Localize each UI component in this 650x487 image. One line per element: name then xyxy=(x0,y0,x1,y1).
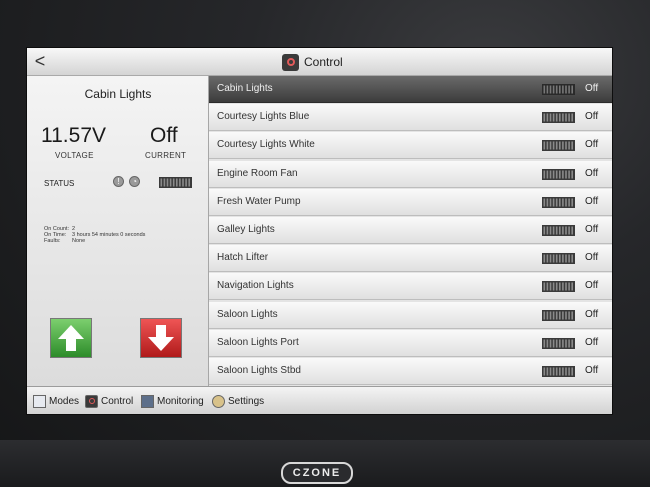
bottom-nav: Modes Control Monitoring Settings xyxy=(27,386,612,414)
level-meter-icon xyxy=(542,309,575,321)
level-meter-icon xyxy=(542,253,575,265)
circuit-row[interactable]: Fresh Water Pump Off xyxy=(209,188,612,216)
level-meter-icon xyxy=(542,196,575,208)
control-icon xyxy=(282,53,299,71)
circuit-name: Engine Room Fan xyxy=(217,167,298,179)
nav-modes[interactable]: Modes xyxy=(33,387,79,414)
circuit-state: Off xyxy=(585,83,599,94)
circuit-row[interactable]: Courtesy Lights White Off xyxy=(209,132,612,160)
current-value: Off xyxy=(150,124,178,147)
touch-screen: < Control Cabin Lights 11.57V Off VOLTAG… xyxy=(27,48,612,414)
level-meter-icon xyxy=(542,337,575,349)
current-label: CURRENT xyxy=(145,151,187,160)
circuit-name: Saloon Lights xyxy=(217,308,278,320)
circuit-row[interactable]: Navigation Lights Off xyxy=(209,273,612,301)
circuit-name: Courtesy Lights Blue xyxy=(217,111,310,123)
page-title: Control xyxy=(304,55,343,69)
circuit-row[interactable]: Cabin Lights Off xyxy=(209,76,612,103)
fault-icon: ! xyxy=(113,176,124,187)
circuit-row[interactable]: Engine Room Fan Off xyxy=(209,160,612,188)
monitoring-icon xyxy=(141,394,154,408)
circuit-name: Navigation Lights xyxy=(217,280,294,292)
circuit-name: Hatch Lifter xyxy=(217,252,269,264)
header-title-group: Control xyxy=(282,51,343,73)
circuit-state: Off xyxy=(585,167,599,179)
circuit-row[interactable]: Saloon Lights Stbd Off xyxy=(209,358,612,385)
level-meter-icon xyxy=(542,225,575,236)
nav-monitoring-label: Monitoring xyxy=(157,395,204,407)
circuit-name: Fresh Water Pump xyxy=(217,195,301,207)
circuit-state: Off xyxy=(585,308,599,320)
voltage-value: 11.57V xyxy=(41,124,106,147)
circuit-state: Off xyxy=(585,280,599,292)
info-label: Faults: xyxy=(44,238,61,244)
circuit-name: Saloon Lights Port xyxy=(217,336,299,348)
settings-icon xyxy=(212,394,225,408)
modes-icon xyxy=(33,394,46,408)
circuit-row[interactable]: Courtesy Lights Blue Off xyxy=(209,104,612,132)
nav-modes-label: Modes xyxy=(49,395,80,407)
level-meter-icon xyxy=(542,84,575,95)
arrow-down-icon xyxy=(148,325,174,351)
clock-icon: ◔ xyxy=(129,176,140,187)
circuit-detail-panel: Cabin Lights 11.57V Off VOLTAGE CURRENT … xyxy=(27,76,209,386)
circuit-state: Off xyxy=(585,336,599,348)
circuit-name: Cabin Lights xyxy=(217,83,273,94)
level-meter-icon xyxy=(542,168,575,180)
control-icon xyxy=(85,394,98,408)
info-line: Faults: None xyxy=(44,238,85,244)
circuit-name: Courtesy Lights White xyxy=(217,139,315,151)
level-meter-icon xyxy=(542,112,575,124)
level-meter-icon xyxy=(542,140,575,152)
circuit-row[interactable]: Saloon Lights Port Off xyxy=(209,329,612,357)
turn-off-button[interactable] xyxy=(140,318,182,358)
circuit-state: Off xyxy=(585,365,599,376)
status-meter-icon xyxy=(159,177,192,188)
level-meter-icon xyxy=(542,281,575,293)
circuit-list: Cabin Lights Off Courtesy Lights Blue Off Co… xyxy=(209,76,612,386)
nav-settings-label: Settings xyxy=(228,395,265,407)
voltage-label: VOLTAGE xyxy=(55,151,94,160)
top-bar: < Control xyxy=(27,48,612,76)
circuit-state: Off xyxy=(585,139,599,151)
circuit-state: Off xyxy=(585,252,599,264)
detail-title: Cabin Lights xyxy=(84,87,152,101)
nav-control-label: Control xyxy=(101,395,134,407)
nav-monitoring[interactable]: Monitoring xyxy=(141,387,204,414)
back-button[interactable]: < xyxy=(30,50,50,72)
circuit-name: Saloon Lights Stbd xyxy=(217,365,301,376)
arrow-up-icon xyxy=(58,325,84,351)
status-label: STATUS xyxy=(44,179,75,188)
info-value: None xyxy=(72,238,86,244)
circuit-row[interactable]: Hatch Lifter Off xyxy=(209,245,612,273)
circuit-row[interactable]: Saloon Lights Off xyxy=(209,301,612,329)
circuit-row[interactable]: Galley Lights Off xyxy=(209,217,612,244)
circuit-state: Off xyxy=(585,224,599,235)
nav-settings[interactable]: Settings xyxy=(212,387,264,414)
nav-control[interactable]: Control xyxy=(85,387,133,414)
circuit-name: Galley Lights xyxy=(217,224,275,235)
level-meter-icon xyxy=(542,366,575,377)
turn-on-button[interactable] xyxy=(50,318,92,358)
circuit-state: Off xyxy=(585,195,599,207)
circuit-state: Off xyxy=(585,111,599,123)
czone-logo: CZONE xyxy=(281,462,353,484)
